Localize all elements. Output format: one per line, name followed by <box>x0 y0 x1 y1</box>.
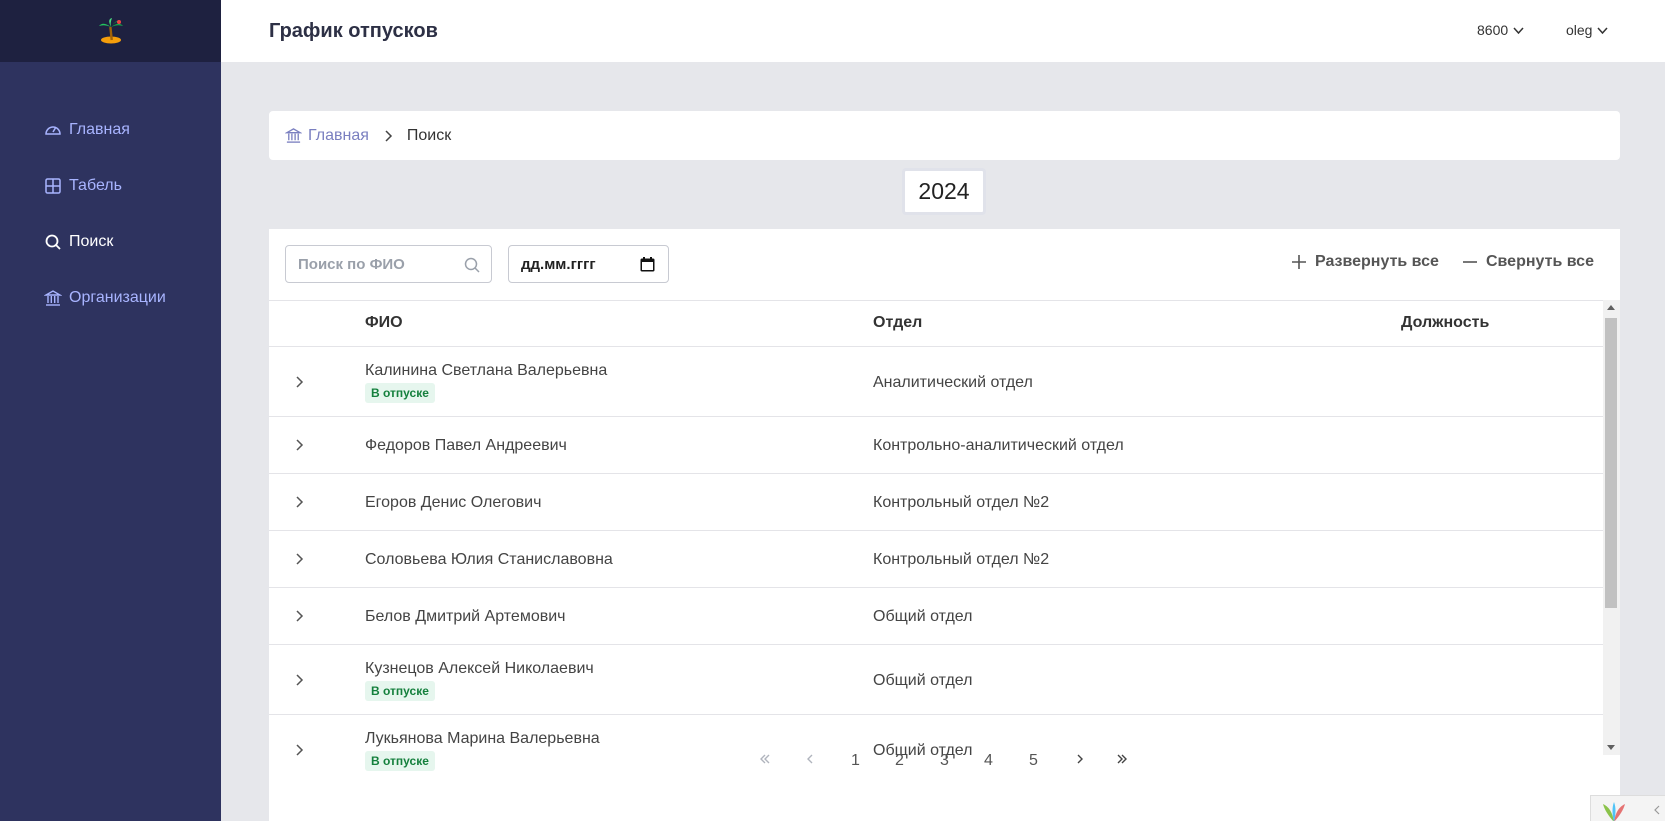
employee-department: Контрольный отдел №2 <box>873 551 1050 568</box>
chevron-right-icon[interactable] <box>291 437 307 453</box>
chevron-right-icon[interactable] <box>291 374 307 390</box>
calendar-icon[interactable] <box>640 257 655 272</box>
expand-all-button[interactable]: Развернуть все <box>1290 253 1439 271</box>
table-row[interactable]: Белов Дмитрий Артемович Общий отдел <box>269 588 1603 645</box>
chevron-left-icon <box>807 754 813 764</box>
table-row[interactable]: Кузнецов Алексей Николаевич В отпуске Об… <box>269 645 1603 715</box>
palm-tree-island-icon[interactable] <box>97 17 125 45</box>
org-selector-label: 8600 <box>1477 22 1509 38</box>
employee-name: Калинина Светлана Валерьевна <box>365 362 608 379</box>
breadcrumb: Главная Поиск <box>269 111 1620 160</box>
double-chevron-left-icon <box>760 754 770 764</box>
sidebar-nav: Главная Табель Поиск Организации <box>0 102 221 326</box>
search-icon <box>44 233 62 251</box>
corner-widget[interactable] <box>1590 795 1665 821</box>
table-body: Калинина Светлана Валерьевна В отпуске А… <box>269 347 1603 785</box>
date-placeholder: дд.мм.гггг <box>521 255 596 273</box>
plus-icon <box>1292 255 1306 269</box>
chevron-right-icon <box>381 129 395 143</box>
chevron-right-icon[interactable] <box>291 608 307 624</box>
logo-bar <box>0 0 221 62</box>
table-row[interactable]: Федоров Павел Андреевич Контрольно-анали… <box>269 417 1603 474</box>
sidebar-item-label: Поиск <box>69 233 114 250</box>
pagination: 1 2 3 4 5 <box>269 731 1620 821</box>
on-vacation-badge: В отпуске <box>365 383 435 403</box>
table-row[interactable]: Егоров Денис Олегович Контрольный отдел … <box>269 474 1603 531</box>
page-2-button[interactable]: 2 <box>895 752 904 770</box>
employee-name: Егоров Денис Олегович <box>365 494 542 511</box>
org-selector-dropdown[interactable]: 8600 <box>1477 22 1525 38</box>
prev-page-button[interactable] <box>803 752 817 771</box>
scroll-up-arrow-icon[interactable] <box>1607 305 1615 310</box>
employee-department: Контрольный отдел №2 <box>873 494 1050 511</box>
date-input[interactable]: дд.мм.гггг <box>508 245 669 283</box>
employee-name: Белов Дмитрий Артемович <box>365 608 566 625</box>
sidebar-item-timesheet[interactable]: Табель <box>0 158 221 214</box>
page-4-button[interactable]: 4 <box>984 752 993 770</box>
name-search-input[interactable]: Поиск по ФИО <box>285 245 492 283</box>
scrollbar-thumb[interactable] <box>1605 318 1617 608</box>
search-icon <box>464 257 480 273</box>
first-page-button[interactable] <box>758 752 772 771</box>
bank-building-icon <box>285 128 302 143</box>
minus-icon <box>1463 261 1477 263</box>
table-header: ФИО Отдел Должность <box>269 300 1603 347</box>
collapse-all-label: Свернуть все <box>1486 253 1594 270</box>
last-page-button[interactable] <box>1115 752 1129 771</box>
employee-department: Аналитический отдел <box>873 374 1033 391</box>
sidebar-item-home[interactable]: Главная <box>0 102 221 158</box>
page-title: График отпусков <box>269 19 438 42</box>
chevron-right-icon <box>1077 754 1083 764</box>
breadcrumb-home-label: Главная <box>308 126 369 144</box>
sidebar: Главная Табель Поиск Организации <box>0 0 221 821</box>
column-header-fio[interactable]: ФИО <box>365 314 403 332</box>
table-scrollbar[interactable] <box>1603 300 1620 755</box>
sidebar-item-search[interactable]: Поиск <box>0 214 221 270</box>
column-header-position[interactable]: Должность <box>1401 314 1489 332</box>
breadcrumb-home-link[interactable]: Главная <box>285 127 369 145</box>
user-menu-dropdown[interactable]: oleg <box>1566 22 1609 38</box>
employee-department: Общий отдел <box>873 608 973 625</box>
leaf-logo-icon <box>1603 802 1625 821</box>
search-placeholder: Поиск по ФИО <box>298 255 405 273</box>
employee-department: Контрольно-аналитический отдел <box>873 437 1124 454</box>
bank-building-icon <box>44 289 62 307</box>
chevron-right-icon[interactable] <box>291 494 307 510</box>
employee-department: Общий отдел <box>873 672 973 689</box>
on-vacation-badge: В отпуске <box>365 681 435 701</box>
year-display[interactable]: 2024 <box>902 168 986 215</box>
table-row[interactable]: Соловьева Юлия Станиславовна Контрольный… <box>269 531 1603 588</box>
top-bar: График отпусков 8600 oleg <box>221 0 1665 62</box>
breadcrumb-current: Поиск <box>406 126 452 144</box>
next-page-button[interactable] <box>1073 752 1087 771</box>
dashboard-gauge-icon <box>44 121 62 139</box>
chevron-down-icon <box>1513 26 1524 34</box>
sidebar-item-label: Главная <box>69 121 130 138</box>
employee-name: Соловьева Юлия Станиславовна <box>365 551 613 568</box>
page-5-button[interactable]: 5 <box>1029 752 1038 770</box>
employee-name: Кузнецов Алексей Николаевич <box>365 660 594 677</box>
double-chevron-right-icon <box>1117 754 1127 764</box>
chevron-right-icon[interactable] <box>291 672 307 688</box>
page-3-button[interactable]: 3 <box>940 752 949 770</box>
sidebar-item-label: Организации <box>69 289 166 306</box>
sidebar-item-label: Табель <box>69 177 122 194</box>
grid-table-icon <box>44 177 62 195</box>
user-name: oleg <box>1566 22 1593 38</box>
chevron-left-icon[interactable] <box>1653 805 1661 815</box>
chevron-right-icon[interactable] <box>291 551 307 567</box>
employee-name: Федоров Павел Андреевич <box>365 437 567 454</box>
table-row[interactable]: Калинина Светлана Валерьевна В отпуске А… <box>269 347 1603 417</box>
collapse-all-button[interactable]: Свернуть все <box>1461 253 1594 271</box>
column-header-department[interactable]: Отдел <box>873 314 922 332</box>
chevron-down-icon <box>1597 26 1609 34</box>
expand-all-label: Развернуть все <box>1315 253 1439 270</box>
page-1-button[interactable]: 1 <box>851 752 860 770</box>
sidebar-item-organizations[interactable]: Организации <box>0 270 221 326</box>
employees-panel: Поиск по ФИО дд.мм.гггг Развернуть все С… <box>269 229 1620 821</box>
